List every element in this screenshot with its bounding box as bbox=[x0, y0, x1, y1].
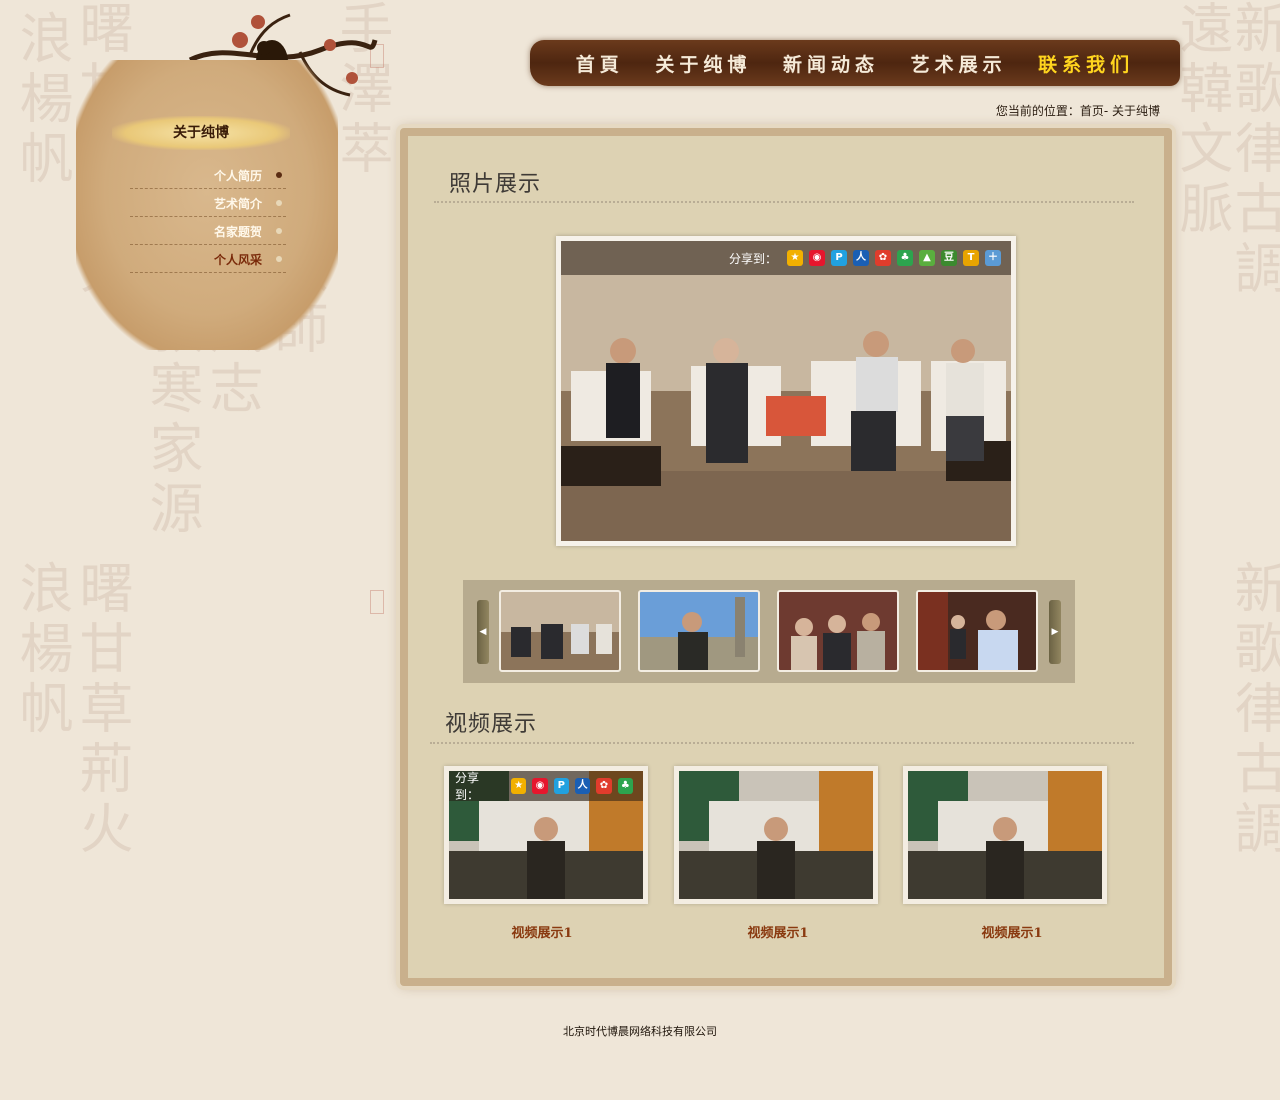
sidebar-item-label: 艺术简介 bbox=[213, 196, 262, 211]
seal-mark bbox=[370, 590, 384, 614]
tencent-weibo-icon[interactable]: P bbox=[831, 250, 847, 266]
bullet-icon bbox=[276, 256, 282, 262]
renren-icon[interactable]: 人 bbox=[853, 250, 869, 266]
video-section-title: 视频展示 bbox=[445, 712, 538, 737]
nav-about[interactable]: 关于纯博 bbox=[655, 50, 751, 77]
thumbnail[interactable] bbox=[916, 590, 1038, 672]
sidebar-item-personal-style[interactable]: 个人风采 bbox=[130, 246, 286, 273]
bullet-icon bbox=[276, 172, 282, 178]
bullet-icon bbox=[276, 228, 282, 234]
video-card[interactable] bbox=[903, 766, 1107, 904]
background-calligraphy: 遠韓文脈 bbox=[1170, 0, 1233, 240]
video-caption[interactable]: 视频展示1 bbox=[910, 922, 1114, 941]
thumbnail[interactable] bbox=[499, 590, 621, 672]
share-bar: 分享到： ★ ◉ P 人 ✿ ♣ bbox=[449, 771, 643, 802]
pengyou-icon[interactable]: ▲ bbox=[919, 250, 935, 266]
bullet-icon bbox=[276, 200, 282, 206]
qq-friend-icon[interactable]: ♣ bbox=[617, 778, 633, 794]
carousel-prev-icon[interactable]: ◀ bbox=[477, 600, 489, 664]
weibo-icon[interactable]: ◉ bbox=[532, 778, 548, 794]
nav-contact[interactable]: 联系我们 bbox=[1038, 50, 1134, 77]
video-card[interactable] bbox=[674, 766, 878, 904]
main-photo-frame[interactable]: 分享到： ★ ◉ P 人 ✿ ♣ ▲ 豆 T ＋ bbox=[556, 236, 1016, 546]
sidebar-menu: 个人简历 艺术简介 名家题贺 个人风采 bbox=[130, 162, 286, 274]
photo-section-title: 照片展示 bbox=[449, 172, 542, 197]
share-bar: 分享到： ★ ◉ P 人 ✿ ♣ ▲ 豆 T ＋ bbox=[561, 241, 1011, 275]
sidebar-item-resume[interactable]: 个人简历 bbox=[130, 162, 286, 189]
nav-news[interactable]: 新闻动态 bbox=[783, 50, 879, 77]
carousel-next-icon[interactable]: ▶ bbox=[1049, 600, 1061, 664]
qzone-icon[interactable]: ★ bbox=[787, 250, 803, 266]
renren-icon[interactable]: 人 bbox=[575, 778, 591, 794]
thumbnail[interactable] bbox=[777, 590, 899, 672]
kaixin-icon[interactable]: ✿ bbox=[875, 250, 891, 266]
qq-friend-icon[interactable]: ♣ bbox=[897, 250, 913, 266]
video-thumbnail: 分享到： ★ ◉ P 人 ✿ ♣ bbox=[449, 771, 643, 899]
divider bbox=[434, 201, 1134, 203]
divider bbox=[430, 742, 1134, 744]
douban-icon[interactable]: 豆 bbox=[941, 250, 957, 266]
video-caption[interactable]: 视频展示1 bbox=[440, 922, 644, 941]
background-calligraphy: 新歌律古調 bbox=[1225, 560, 1280, 860]
tencent-weibo-icon[interactable]: P bbox=[553, 778, 569, 794]
qzone-icon[interactable]: ★ bbox=[511, 778, 527, 794]
background-calligraphy: 浪楊帆 bbox=[10, 560, 73, 740]
sidebar-item-congratulations[interactable]: 名家题贺 bbox=[130, 218, 286, 245]
main-nav: 首頁 关于纯博 新闻动态 艺术展示 联系我们 bbox=[530, 40, 1180, 86]
kaixin-icon[interactable]: ✿ bbox=[596, 778, 612, 794]
video-caption[interactable]: 视频展示1 bbox=[676, 922, 880, 941]
thumbnail[interactable] bbox=[638, 590, 760, 672]
video-thumbnail bbox=[908, 771, 1102, 899]
more-icon[interactable]: T bbox=[963, 250, 979, 266]
nav-home[interactable]: 首頁 bbox=[576, 50, 624, 77]
video-card[interactable]: 分享到： ★ ◉ P 人 ✿ ♣ bbox=[444, 766, 648, 904]
background-calligraphy: 新歌律古調 bbox=[1225, 0, 1280, 300]
weibo-icon[interactable]: ◉ bbox=[809, 250, 825, 266]
sidebar-item-label: 名家题贺 bbox=[213, 224, 262, 239]
background-calligraphy: 浪楊帆 bbox=[10, 10, 73, 190]
meeting-photo: 分享到： ★ ◉ P 人 ✿ ♣ ▲ 豆 T ＋ bbox=[561, 241, 1011, 541]
sidebar-item-art-intro[interactable]: 艺术简介 bbox=[130, 190, 286, 217]
nav-art[interactable]: 艺术展示 bbox=[911, 50, 1007, 77]
share-label: 分享到： bbox=[728, 251, 777, 266]
breadcrumb: 您当前的位置：首页- 关于纯博 bbox=[995, 104, 1160, 118]
sidebar-item-label: 个人风采 bbox=[213, 252, 262, 267]
sidebar-item-label: 个人简历 bbox=[213, 168, 262, 183]
thumbnail-carousel: ◀ ▶ bbox=[463, 580, 1075, 683]
bookmark-icon[interactable]: ＋ bbox=[985, 250, 1001, 266]
share-label: 分享到： bbox=[455, 771, 480, 802]
footer-copyright: 北京时代博晨网络科技有限公司 bbox=[563, 1025, 717, 1038]
background-calligraphy: 曙甘草荊火 bbox=[70, 560, 133, 860]
sidebar-title: 关于纯博 bbox=[112, 116, 290, 150]
video-thumbnail bbox=[679, 771, 873, 899]
